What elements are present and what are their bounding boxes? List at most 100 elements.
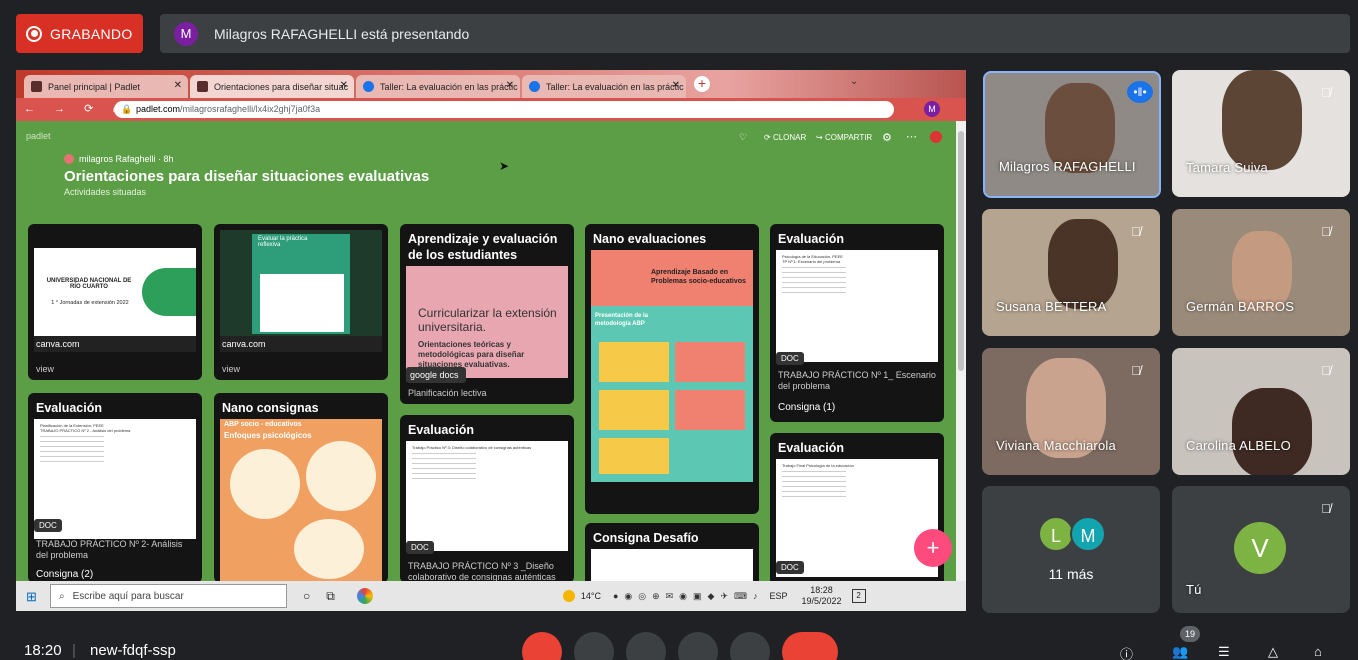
speaking-icon: •‖•	[1127, 81, 1153, 103]
camera-button[interactable]	[574, 632, 614, 660]
chevron-down-icon[interactable]: ⌄	[850, 76, 858, 87]
new-tab-button[interactable]: +	[694, 76, 710, 92]
people-icon[interactable]: 👥	[1172, 644, 1188, 660]
card-canva-jornadas[interactable]: UNIVERSIDAD NACIONAL DE RÍO CUARTO 1 ° J…	[28, 224, 202, 380]
task-view-icon[interactable]: ⧉	[326, 589, 335, 604]
more-icon[interactable]: ⋯	[906, 130, 917, 143]
mic-off-icon: 🎙̸	[1321, 223, 1331, 239]
url-field[interactable]: 🔒 padlet.com/milagrosrafaghelli/lx4ix2ghj…	[114, 101, 894, 118]
notification-icon[interactable]: 2	[851, 589, 866, 603]
address-bar: ← → ⟳ ⌂ 🔒 padlet.com/milagrosrafaghelli/l…	[16, 98, 966, 121]
participant-name: Viviana Macchiarola	[996, 438, 1116, 453]
raise-hand-button[interactable]	[626, 632, 666, 660]
mic-off-icon: 🎙̸	[1131, 223, 1141, 239]
share-button[interactable]: ↪ COMPARTIR	[816, 133, 872, 142]
nav-buttons[interactable]: ← → ⟳ ⌂	[24, 102, 127, 115]
taskbar-clock[interactable]: 18:28 19/5/2022	[802, 585, 842, 607]
meeting-clock: 18:20	[24, 642, 62, 659]
presenting-banner: M Milagros RAFAGHELLI está presentando	[160, 14, 1350, 53]
participant-tile[interactable]: 🎙̸ Germán BARROS	[1172, 209, 1350, 336]
avatar: L	[1038, 516, 1074, 552]
windows-start-icon[interactable]: ⊞	[26, 589, 37, 605]
chat-icon[interactable]: ☰	[1218, 644, 1230, 660]
close-icon[interactable]: ✕	[672, 80, 680, 91]
close-icon[interactable]: ✕	[340, 80, 348, 91]
card-evaluacion-1[interactable]: Evaluación Psicología de la Educación, P…	[770, 224, 944, 422]
padlet-favicon	[31, 81, 42, 92]
profile-avatar[interactable]: M	[924, 101, 940, 117]
user-avatar[interactable]	[930, 131, 942, 143]
padlet-board: padlet milagros Rafaghelli · 8h Orientac…	[16, 121, 956, 581]
presenter-avatar: M	[174, 21, 198, 46]
mic-off-icon: 🎙̸	[1321, 362, 1331, 378]
mic-button[interactable]	[522, 632, 562, 660]
presenting-text: Milagros RAFAGHELLI está presentando	[214, 25, 470, 42]
record-icon	[26, 25, 42, 42]
card-thumbnail: UNIVERSIDAD NACIONAL DE RÍO CUARTO 1 ° J…	[34, 248, 196, 336]
participant-name: Tamara Suiva	[1186, 160, 1268, 175]
shared-screen: Panel principal | Padlet ✕ Orientaciones …	[16, 70, 966, 611]
clone-button[interactable]: ⟳ CLONAR	[764, 133, 806, 142]
avatar: V	[1234, 522, 1286, 574]
board-subtitle: Actividades situadas	[64, 187, 147, 197]
participant-tile[interactable]: 🎙̸ Viviana Macchiarola	[982, 348, 1160, 475]
mic-off-icon: 🎙̸	[1321, 84, 1331, 100]
card-thumbnail: ABP socio - educativos Enfoques psicológ…	[220, 419, 382, 581]
author-avatar	[64, 154, 74, 164]
card-evaluacion-3[interactable]: Evaluación Trabajo Práctico Nº 3: Diseño…	[400, 415, 574, 581]
card-thumbnail: Aprendizaje Basado en Problemas socio-ed…	[591, 250, 753, 482]
add-post-button[interactable]: +	[914, 529, 952, 567]
card-canva-practica[interactable]: Evaluar la práctica reflexiva canva.com …	[214, 224, 388, 380]
participant-tile-others[interactable]: L M 11 más	[982, 486, 1160, 613]
participant-tile[interactable]: 🎙̸ Susana BETTERA	[982, 209, 1160, 336]
card-thumbnail: Curricularizar la extensión universitari…	[406, 266, 568, 378]
avatar: M	[1070, 516, 1106, 552]
task-view-icon[interactable]: ○	[303, 589, 310, 603]
card-aprendizaje[interactable]: Aprendizaje y evaluación de los estudian…	[400, 224, 574, 404]
windows-taskbar: ⊞ ⌕ Escribe aquí para buscar ○ ⧉ 14°C ●◉◎…	[16, 581, 966, 611]
browser-tab-active[interactable]: Orientaciones para diseñar situac ✕	[190, 75, 354, 98]
heart-icon[interactable]: ♡	[739, 132, 747, 143]
padlet-brand: padlet	[26, 131, 51, 141]
participant-tile-speaking[interactable]: •‖• Milagros RAFAGHELLI	[983, 71, 1161, 198]
recording-label: GRABANDO	[50, 25, 133, 42]
recording-indicator[interactable]: GRABANDO	[16, 14, 143, 53]
doc-preview: Psicología de la Educación, PEEE TP Nº 1:…	[776, 250, 938, 362]
info-icon[interactable]: ⓘ	[1120, 644, 1140, 660]
taskbar-search[interactable]: ⌕ Escribe aquí para buscar	[50, 584, 287, 608]
browser-tabstrip: Panel principal | Padlet ✕ Orientaciones …	[16, 70, 966, 98]
card-nano-evaluaciones[interactable]: Nano evaluaciones Aprendizaje Basado en …	[585, 224, 759, 514]
close-icon[interactable]: ✕	[174, 80, 182, 91]
author-name: milagros Rafaghelli · 8h	[79, 154, 174, 164]
board-title: Orientaciones para diseñar situaciones e…	[64, 168, 430, 185]
padlet-favicon	[197, 81, 208, 92]
course-favicon	[529, 81, 540, 92]
browser-tab[interactable]: Panel principal | Padlet ✕	[24, 75, 188, 98]
participant-name: Milagros RAFAGHELLI	[999, 159, 1136, 174]
chrome-icon[interactable]	[356, 588, 373, 604]
tray-icons[interactable]: ●◉◎⊕✉◉▣◆✈⌨♪	[613, 591, 764, 602]
cursor-icon: ➤	[499, 159, 510, 173]
close-icon[interactable]: ✕	[506, 80, 514, 91]
participant-tile-self[interactable]: V 🎙̸ Tú	[1172, 486, 1350, 613]
scrollbar[interactable]	[956, 121, 966, 581]
card-nano-consignas[interactable]: Nano consignas ABP socio - educativos En…	[214, 393, 388, 581]
browser-tab[interactable]: Taller: La evaluación en las práctic ✕	[356, 75, 520, 98]
participant-tile[interactable]: 🎙̸ Tamara Suiva	[1172, 70, 1350, 197]
activities-icon[interactable]: △	[1268, 644, 1278, 660]
card-evaluacion-2[interactable]: Evaluación Planificación de la Extensión…	[28, 393, 202, 581]
gear-icon[interactable]: ⚙	[882, 131, 892, 144]
participant-name: Germán BARROS	[1186, 299, 1295, 314]
mic-off-icon: 🎙̸	[1321, 500, 1331, 516]
browser-tab[interactable]: Taller: La evaluación en las práctic ✕	[522, 75, 686, 98]
participant-name: Tú	[1186, 582, 1202, 597]
leave-call-button[interactable]	[782, 632, 838, 660]
more-options-button[interactable]	[730, 632, 770, 660]
doc-preview: Trabajo Final Psicología de la educación…	[776, 459, 938, 577]
participant-name: Carolina ALBELO	[1186, 438, 1291, 453]
host-controls-icon[interactable]: ⌂	[1314, 644, 1322, 659]
card-consigna-desafio[interactable]: Consigna Desafío	[585, 523, 759, 581]
participant-tile[interactable]: 🎙̸ Carolina ALBELO	[1172, 348, 1350, 475]
present-button[interactable]	[678, 632, 718, 660]
card-thumbnail: Evaluar la práctica reflexiva	[220, 230, 382, 336]
